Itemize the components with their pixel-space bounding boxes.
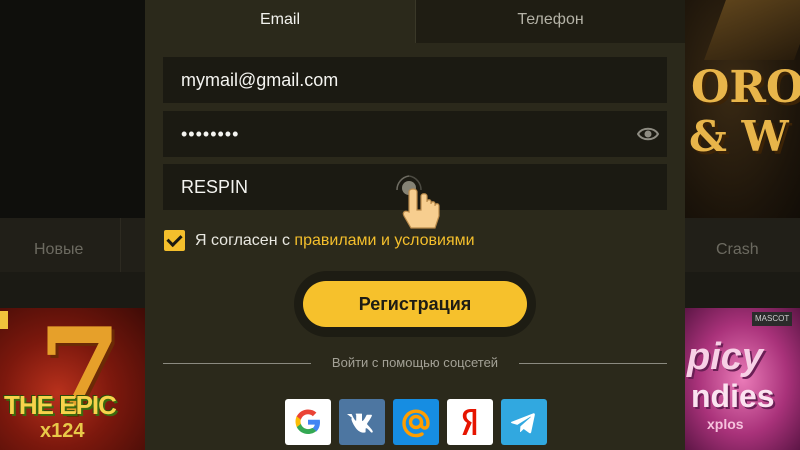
provider-badge: MASCOT — [752, 312, 793, 326]
vk-icon — [347, 413, 373, 433]
tile-title: THE EPIC — [4, 390, 117, 420]
banner-text-1: ORO — [691, 62, 800, 113]
telegram-icon — [511, 413, 535, 434]
agree-text: Я согласен с — [195, 232, 295, 249]
tile-title-1: picy — [687, 336, 764, 378]
registration-modal: Email Телефон Я согласен с правилами и у… — [145, 0, 685, 450]
game-tile-spicy-candies[interactable]: MASCOT picy ndies xplos — [685, 308, 800, 450]
tile-title-2: ndies — [691, 378, 775, 414]
nav-item-crash[interactable]: Crash — [716, 241, 759, 259]
banner-text-2: & W — [689, 112, 789, 161]
tab-email[interactable]: Email — [145, 0, 415, 43]
vk-login-button[interactable] — [339, 399, 385, 445]
google-icon — [295, 409, 320, 434]
password-input[interactable] — [163, 111, 667, 157]
agree-checkbox[interactable] — [164, 230, 185, 251]
agree-label: Я согласен с правилами и условиями — [195, 232, 475, 250]
mailru-login-button[interactable] — [393, 399, 439, 445]
tile-corner-tag — [0, 311, 8, 329]
divider-right — [519, 363, 667, 364]
mailru-icon — [402, 409, 430, 438]
tab-phone[interactable]: Телефон — [415, 0, 685, 43]
eye-icon[interactable] — [637, 124, 659, 144]
telegram-login-button[interactable] — [501, 399, 547, 445]
register-button[interactable]: Регистрация — [303, 281, 527, 327]
email-input[interactable] — [163, 57, 667, 103]
nav-separator — [120, 218, 121, 278]
tile-title-3: xplos — [707, 416, 744, 432]
divider-left — [163, 363, 311, 364]
auth-tabs: Email Телефон — [145, 0, 685, 43]
tap-hint-icon — [396, 175, 440, 229]
promo-banner[interactable]: ORO & W — [685, 0, 800, 218]
nav-item-new[interactable]: Новые — [34, 241, 83, 259]
banner-decoration — [704, 0, 800, 60]
google-login-button[interactable] — [285, 399, 331, 445]
tile-subtitle: x124 — [40, 420, 85, 442]
yandex-icon — [462, 409, 477, 435]
social-login-label: Войти с помощью соцсетей — [331, 355, 499, 370]
yandex-login-button[interactable] — [447, 399, 493, 445]
game-tile-the-epic[interactable]: 7 THE EPIC x124 — [0, 308, 145, 450]
terms-link[interactable]: правилами и условиями — [294, 232, 474, 249]
